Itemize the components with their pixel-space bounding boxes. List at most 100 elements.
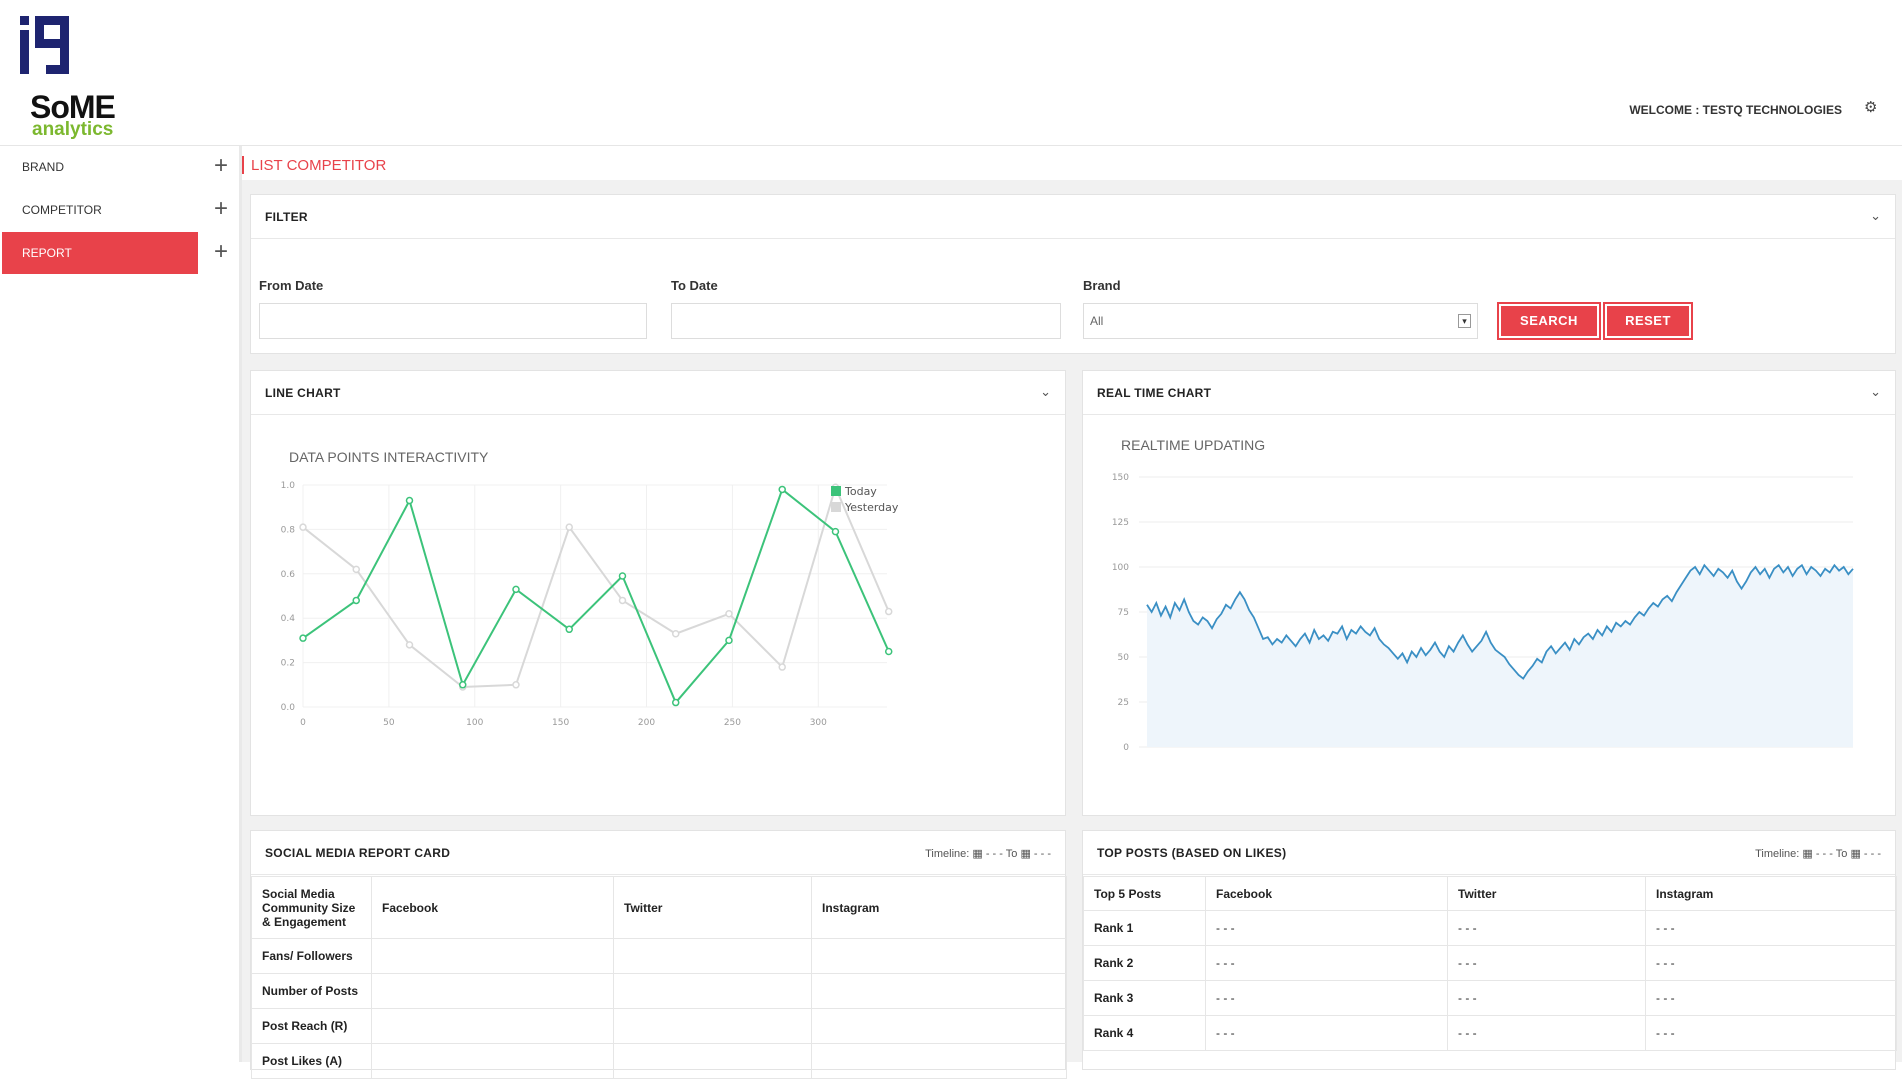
plus-icon[interactable]: +: [210, 197, 232, 221]
row-label: Post Likes (A): [251, 1043, 372, 1079]
row-label: Post Reach (R): [251, 1008, 372, 1044]
table-cell: [811, 973, 1067, 1009]
y-tick-label: 0: [1123, 743, 1129, 753]
table-cell: - - -: [1205, 980, 1448, 1016]
table-row: Rank 4 - - - - - - - - -: [1083, 1015, 1897, 1051]
y-tick-label: 125: [1112, 518, 1129, 528]
line-chart-caption: DATA POINTS INTERACTIVITY: [289, 449, 489, 465]
line-chart-header[interactable]: LINE CHART ⌄: [251, 371, 1065, 415]
data-point: [565, 523, 573, 531]
table-cell: [811, 1008, 1067, 1044]
row-label: Fans/ Followers: [251, 938, 372, 974]
x-tick-label: 250: [724, 718, 741, 728]
table-cell: - - -: [1205, 910, 1448, 946]
data-point: [618, 572, 627, 580]
table-cell: [371, 938, 614, 974]
realtime-chart[interactable]: 0 25 50 75 100 125 150: [1083, 457, 1895, 815]
data-point: [778, 663, 786, 671]
data-point: [405, 496, 414, 505]
legend-swatch: [831, 502, 841, 512]
to-date-input[interactable]: [671, 303, 1061, 339]
sidebar-item-label: BRAND: [22, 160, 65, 174]
y-tick-label: 0.2: [281, 659, 295, 669]
table-row: Rank 3 - - - - - - - - -: [1083, 980, 1897, 1016]
data-point: [458, 681, 467, 689]
series-line-today: [302, 487, 890, 705]
chevron-down-icon[interactable]: ⌄: [1040, 384, 1051, 400]
table-cell: [371, 1008, 614, 1044]
y-tick-label: 25: [1118, 698, 1129, 708]
filter-panel: FILTER ⌄ From Date To Date Brand All ▾ S…: [250, 194, 1896, 354]
brand-label: Brand: [1083, 278, 1121, 293]
some-analytics-logo[interactable]: SoME analytics: [30, 91, 125, 140]
report-card-timeline[interactable]: Timeline: ▦ - - - To ▦ - - -: [925, 847, 1051, 860]
plus-icon[interactable]: +: [210, 154, 232, 178]
table-cell: [371, 973, 614, 1009]
table-cell: - - -: [1645, 945, 1897, 981]
sidebar-item-brand[interactable]: BRAND: [2, 146, 198, 188]
brand-select-value: All: [1090, 314, 1104, 328]
chevron-down-icon[interactable]: ⌄: [1870, 384, 1881, 400]
realtime-chart-caption: REALTIME UPDATING: [1121, 437, 1266, 453]
top-posts-table: Top 5 Posts Facebook Twitter Instagram R…: [1083, 876, 1897, 1051]
data-point: [831, 527, 840, 536]
row-label: Number of Posts: [251, 973, 372, 1009]
dropdown-arrow-icon[interactable]: ▾: [1458, 314, 1471, 328]
sidebar-item-competitor[interactable]: COMPETITOR: [2, 189, 198, 231]
to-date-label: To Date: [671, 278, 718, 293]
breadcrumb-marker: [242, 156, 244, 174]
chevron-down-icon[interactable]: ⌄: [1870, 208, 1881, 224]
search-button[interactable]: SEARCH: [1497, 302, 1601, 340]
gear-icon[interactable]: ⚙: [1864, 100, 1880, 116]
table-cell: - - -: [1447, 910, 1646, 946]
y-tick-label: 0.4: [281, 614, 296, 624]
data-point: [352, 596, 360, 605]
filter-header[interactable]: FILTER ⌄: [251, 195, 1895, 239]
data-point: [512, 585, 520, 594]
from-date-label: From Date: [259, 278, 324, 293]
table-cell: - - -: [1205, 945, 1448, 981]
report-card-title: SOCIAL MEDIA REPORT CARD: [265, 846, 451, 860]
report-card-panel: SOCIAL MEDIA REPORT CARD Timeline: ▦ - -…: [250, 830, 1067, 1079]
data-point: [299, 523, 307, 531]
data-point: [671, 698, 680, 707]
table-cell: [371, 1043, 614, 1079]
iq-logo[interactable]: [18, 14, 72, 76]
y-tick-label: 0.8: [281, 525, 296, 535]
legend-label: Yesterday: [844, 501, 899, 514]
y-tick-label: 100: [1112, 563, 1129, 573]
data-point: [884, 607, 893, 616]
breadcrumb-label[interactable]: LIST COMPETITOR: [251, 157, 386, 174]
top-posts-timeline[interactable]: Timeline: ▦ - - - To ▦ - - -: [1755, 847, 1881, 860]
table-cell: - - -: [1447, 945, 1646, 981]
reset-button[interactable]: RESET: [1603, 302, 1693, 340]
data-point: [884, 647, 893, 656]
column-header: Instagram: [1645, 876, 1897, 911]
column-header: Twitter: [613, 876, 812, 939]
data-point: [618, 596, 627, 605]
y-tick-label: 0.0: [281, 703, 296, 713]
table-cell: [811, 1043, 1067, 1079]
plus-icon[interactable]: +: [210, 240, 232, 264]
realtime-chart-header[interactable]: REAL TIME CHART ⌄: [1083, 371, 1895, 415]
y-tick-label: 50: [1118, 653, 1130, 663]
table-cell: [811, 938, 1067, 974]
table-cell: [613, 1043, 812, 1079]
table-row: Fans/ Followers: [251, 938, 1067, 974]
report-card-table: Social Media Community Size & Engagement…: [251, 876, 1067, 1079]
brand-select[interactable]: All ▾: [1083, 303, 1478, 339]
y-tick-label: 0.6: [281, 570, 296, 580]
table-cell: - - -: [1447, 1015, 1646, 1051]
y-tick-label: 150: [1112, 473, 1129, 483]
table-row: Post Likes (A): [251, 1043, 1067, 1079]
sidebar-item-report[interactable]: REPORT: [2, 232, 198, 274]
top-posts-header: TOP POSTS (BASED ON LIKES) Timeline: ▦ -…: [1083, 831, 1895, 875]
data-point: [405, 641, 414, 649]
table-cell: - - -: [1205, 1015, 1448, 1051]
from-date-input[interactable]: [259, 303, 647, 339]
table-row: Number of Posts: [251, 973, 1067, 1009]
series-line-yesterday: [302, 484, 890, 689]
line-chart[interactable]: 0.0 0.2 0.4 0.6 0.8 1.0 0 50 100 150 200 250 300 Toda…: [251, 471, 1065, 811]
filter-title: FILTER: [265, 210, 308, 224]
table-cell: [613, 938, 812, 974]
